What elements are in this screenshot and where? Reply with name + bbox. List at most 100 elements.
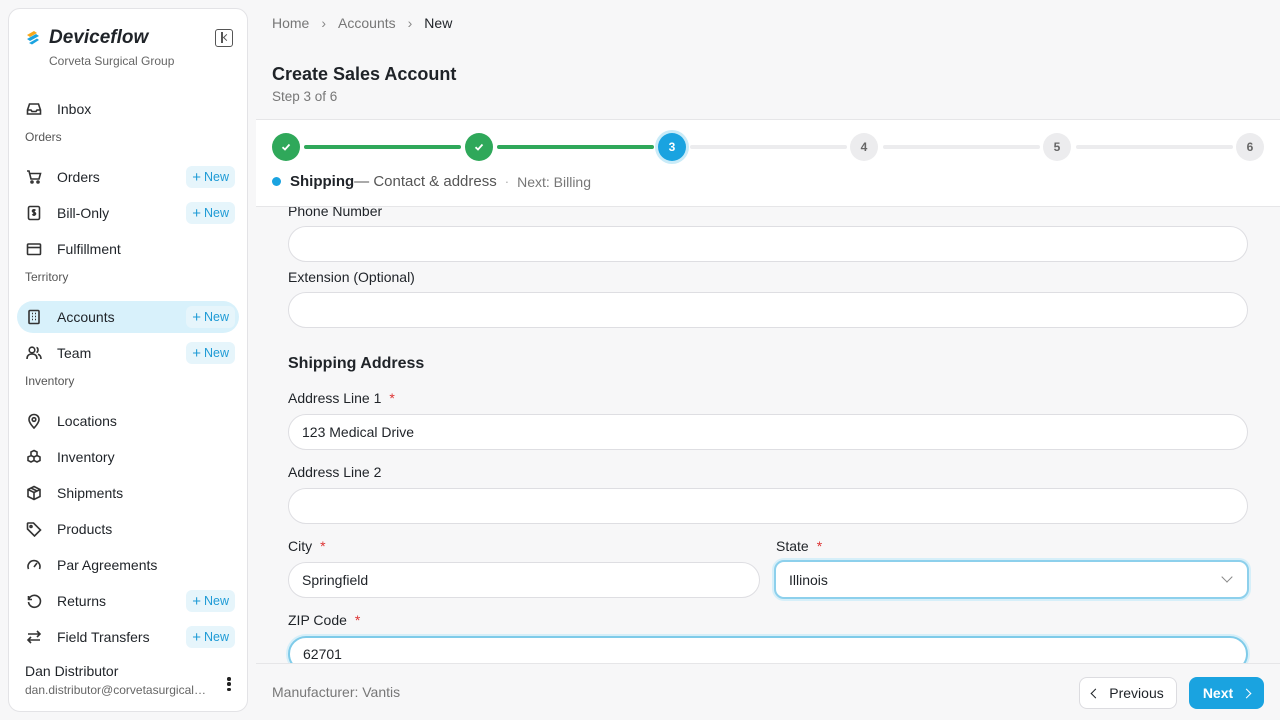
address-line-1-label: Address Line 1 * <box>288 390 395 406</box>
required-mark: * <box>320 538 326 554</box>
address-line-1-input[interactable]: 123 Medical Drive <box>288 414 1248 450</box>
user-name: Dan Distributor <box>25 663 119 679</box>
new-team-button[interactable]: + New <box>186 342 235 364</box>
sidebar-item-inventory[interactable]: Inventory <box>17 441 239 473</box>
extension-input[interactable] <box>288 292 1248 328</box>
new-bill-only-button[interactable]: + New <box>186 202 235 224</box>
sidebar-item-locations[interactable]: Locations <box>17 405 239 437</box>
step-3-current[interactable]: 3 <box>658 133 686 161</box>
city-label: City * <box>288 538 326 554</box>
user-profile[interactable]: Dan Distributor dan.distributor@corvetas… <box>25 663 235 697</box>
extension-label: Extension (Optional) <box>288 269 415 285</box>
tag-icon <box>25 520 43 538</box>
fulfillment-box-icon <box>25 240 43 258</box>
sidebar-item-label: Fulfillment <box>57 241 121 257</box>
chevron-right-icon <box>1241 688 1252 698</box>
new-return-button[interactable]: + New <box>186 590 235 612</box>
required-mark: * <box>354 612 361 628</box>
step-4[interactable]: 4 <box>850 133 878 161</box>
manufacturer-label: Manufacturer: Vantis <box>272 684 401 700</box>
sidebar-item-inbox[interactable]: Inbox <box>17 93 239 125</box>
deviceflow-logo-icon <box>27 31 39 45</box>
sidebar-collapse-icon[interactable] <box>215 29 233 47</box>
sidebar-item-label: Orders <box>57 169 100 185</box>
new-account-button[interactable]: + New <box>186 306 235 328</box>
address-line-2-input[interactable] <box>288 488 1248 524</box>
required-mark: * <box>816 538 823 554</box>
sidebar: Deviceflow Corveta Surgical Group Inbox … <box>8 8 248 712</box>
boxes-icon <box>25 448 43 466</box>
next-button[interactable]: Next <box>1189 677 1264 709</box>
state-select-value: Illinois <box>789 571 828 588</box>
organization-name: Corveta Surgical Group <box>49 54 175 68</box>
city-input[interactable]: Springfield <box>288 562 760 598</box>
sidebar-item-returns[interactable]: Returns + New <box>17 585 239 617</box>
sidebar-item-label: Returns <box>57 593 107 609</box>
step-separator: · <box>504 174 510 189</box>
new-field-transfer-button[interactable]: + New <box>186 626 235 648</box>
step-2-completed[interactable] <box>465 133 493 161</box>
current-step-description: — Contact & address <box>354 173 497 190</box>
sidebar-item-bill-only[interactable]: Bill-Only + New <box>17 197 239 229</box>
sidebar-item-label: Accounts <box>57 309 115 325</box>
sidebar-item-products[interactable]: Products <box>17 513 239 545</box>
sidebar-item-par-agreements[interactable]: Par Agreements <box>17 549 239 581</box>
required-mark: * <box>389 390 395 406</box>
check-icon <box>281 143 291 151</box>
phone-input[interactable] <box>288 226 1248 262</box>
status-dot-icon <box>272 177 281 186</box>
step-connector <box>304 145 461 149</box>
gauge-icon <box>25 556 43 574</box>
page-step-counter: Step 3 of 6 <box>272 89 338 104</box>
breadcrumb-home[interactable]: Home <box>272 15 309 31</box>
brand[interactable]: Deviceflow <box>25 27 148 49</box>
check-icon <box>474 143 484 151</box>
brand-name: Deviceflow <box>49 27 149 48</box>
chevron-down-icon <box>1221 571 1233 583</box>
inbox-icon <box>25 100 43 118</box>
step-connector <box>1076 145 1233 149</box>
address-line-2-label: Address Line 2 <box>288 464 382 480</box>
sidebar-item-team[interactable]: Team + New <box>17 337 239 369</box>
sidebar-item-label: Team <box>57 345 92 361</box>
plus-icon: + <box>192 592 201 610</box>
plus-icon: + <box>192 628 201 646</box>
zip-code-input[interactable]: 62701 <box>288 636 1248 663</box>
breadcrumb-accounts[interactable]: Accounts <box>338 15 396 31</box>
nav-section-territory: Territory <box>25 270 69 284</box>
transfer-arrows-icon <box>25 628 43 646</box>
sidebar-item-fulfillment[interactable]: Fulfillment <box>17 233 239 265</box>
shipping-form: Phone Number Extension (Optional) Shippi… <box>256 207 1280 663</box>
sidebar-item-label: Shipments <box>57 485 124 501</box>
state-select[interactable]: Illinois <box>774 560 1249 599</box>
zip-code-label: ZIP Code * <box>288 612 361 628</box>
state-label: State * <box>776 538 823 554</box>
step-1-completed[interactable] <box>272 133 300 161</box>
sidebar-item-field-transfers[interactable]: Field Transfers + New <box>17 621 239 653</box>
users-icon <box>25 344 43 362</box>
sidebar-item-label: Products <box>57 521 113 537</box>
invoice-dollar-icon <box>25 204 43 222</box>
shipping-address-heading: Shipping Address <box>288 355 425 372</box>
chevron-left-icon <box>1090 688 1101 698</box>
nav-section-inventory: Inventory <box>25 374 75 388</box>
current-step-name: Shipping <box>290 173 355 190</box>
sidebar-item-label: Inventory <box>57 449 115 465</box>
step-6[interactable]: 6 <box>1236 133 1264 161</box>
new-order-button[interactable]: + New <box>186 166 235 188</box>
map-pin-icon <box>25 412 43 430</box>
sidebar-item-orders[interactable]: Orders + New <box>17 161 239 193</box>
next-step-label: Next: Billing <box>517 173 591 190</box>
step-5[interactable]: 5 <box>1043 133 1071 161</box>
plus-icon: + <box>192 308 201 326</box>
sidebar-item-accounts[interactable]: Accounts + New <box>17 301 239 333</box>
sidebar-item-shipments[interactable]: Shipments <box>17 477 239 509</box>
return-arrow-icon <box>25 592 43 610</box>
more-options-icon[interactable] <box>227 677 231 692</box>
user-email: dan.distributor@corvetasurgicalgroup.com <box>25 683 209 697</box>
chevron-right-icon: › <box>321 15 327 31</box>
previous-button[interactable]: Previous <box>1079 677 1177 709</box>
breadcrumb: Home › Accounts › New <box>272 15 452 31</box>
sidebar-item-label: Field Transfers <box>57 629 150 645</box>
breadcrumb-current: New <box>424 15 453 31</box>
